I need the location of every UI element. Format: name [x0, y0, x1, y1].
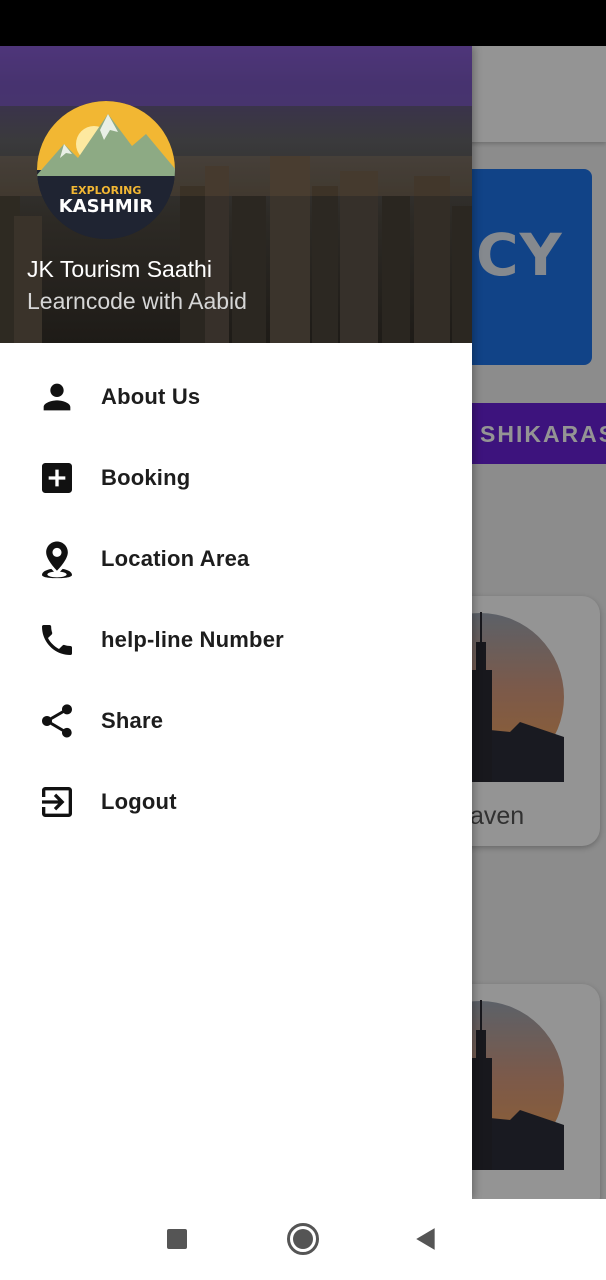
menu-item-label: Booking [101, 465, 191, 490]
app-title: JK Tourism Saathi [27, 256, 212, 282]
menu-item-helpline-number[interactable]: help-line Number [0, 600, 472, 681]
circle-icon [287, 1223, 319, 1255]
recents-button[interactable] [159, 1221, 195, 1257]
menu-item-label: About Us [101, 384, 201, 409]
app-subtitle: Learncode with Aabid [27, 288, 247, 314]
menu-item-share[interactable]: Share [0, 681, 472, 762]
menu-item-location-area[interactable]: Location Area [0, 519, 472, 600]
exploring-kashmir-logo: EXPLORING KASHMIR [37, 101, 175, 239]
person-icon [37, 377, 77, 417]
phone-icon [37, 620, 77, 660]
logo-line-2: KASHMIR [59, 196, 154, 217]
menu-item-booking[interactable]: Booking [0, 438, 472, 519]
add-box-icon [37, 458, 77, 498]
status-bar [0, 0, 606, 46]
share-icon [37, 701, 77, 741]
logout-icon [37, 782, 77, 822]
menu-item-label: help-line Number [101, 627, 284, 652]
menu-item-label: Logout [101, 789, 177, 814]
menu-item-label: Location Area [101, 546, 250, 571]
drawer-header: EXPLORING KASHMIR JK Tourism Saathi Lear… [0, 46, 472, 343]
drawer-menu: About Us Booking Location Area help-line… [0, 357, 472, 843]
back-button[interactable] [408, 1221, 444, 1257]
menu-item-about-us[interactable]: About Us [0, 357, 472, 438]
square-icon [167, 1229, 187, 1249]
back-triangle-icon [416, 1228, 435, 1250]
location-pin-icon [37, 539, 77, 579]
menu-item-logout[interactable]: Logout [0, 762, 472, 843]
home-button[interactable] [285, 1221, 321, 1257]
system-navigation-bar [0, 1199, 606, 1280]
navigation-drawer: EXPLORING KASHMIR JK Tourism Saathi Lear… [0, 46, 472, 1199]
menu-item-label: Share [101, 708, 164, 733]
